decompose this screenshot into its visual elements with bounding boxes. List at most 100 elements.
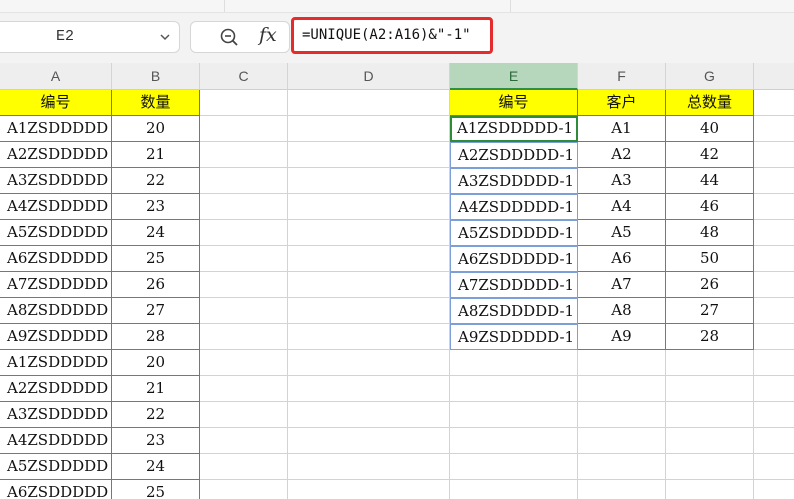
left-table-qty-cell[interactable]: 23: [112, 428, 200, 454]
grid-cell[interactable]: [200, 142, 288, 168]
column-header-d[interactable]: D: [288, 63, 450, 90]
fx-icon[interactable]: fx: [259, 24, 277, 46]
right-table-customer-cell[interactable]: A6: [578, 246, 666, 272]
chevron-down-icon[interactable]: [157, 29, 173, 45]
grid-cell[interactable]: [288, 376, 450, 402]
grid-cell[interactable]: [288, 324, 450, 350]
formula-input[interactable]: =UNIQUE(A2:A16)&"-1": [291, 17, 493, 54]
grid-cell[interactable]: [200, 298, 288, 324]
left-table-code-cell[interactable]: A3ZSDDDDD: [0, 168, 112, 194]
grid-cell[interactable]: [200, 116, 288, 142]
left-table-code-cell[interactable]: A4ZSDDDDD: [0, 194, 112, 220]
grid-cell[interactable]: [288, 402, 450, 428]
grid-cell[interactable]: [450, 402, 578, 428]
left-table-code-cell[interactable]: A4ZSDDDDD: [0, 428, 112, 454]
spill-result-cell[interactable]: A2ZSDDDDD-1: [450, 142, 578, 168]
grid-cell[interactable]: [754, 376, 794, 402]
left-table-qty-cell[interactable]: 26: [112, 272, 200, 298]
left-table-code-cell[interactable]: A5ZSDDDDD: [0, 454, 112, 480]
right-table-header[interactable]: 编号: [450, 90, 578, 116]
left-table-code-cell[interactable]: A6ZSDDDDD: [0, 246, 112, 272]
grid-cell[interactable]: [200, 90, 288, 116]
grid-cell[interactable]: [578, 480, 666, 499]
grid-cell[interactable]: [754, 350, 794, 376]
grid-cell[interactable]: [200, 246, 288, 272]
active-cell[interactable]: A1ZSDDDDD-1: [450, 116, 578, 142]
spreadsheet-grid[interactable]: A B C D E F G 编号 数量 A1ZSDDDDD 20 A2ZSDDDDD 21 A3ZSDDD…: [0, 63, 794, 499]
grid-cell[interactable]: [450, 454, 578, 480]
grid-cell[interactable]: [754, 298, 794, 324]
right-table-total-cell[interactable]: 44: [666, 168, 754, 194]
right-table-customer-cell[interactable]: A2: [578, 142, 666, 168]
right-table-total-cell[interactable]: 40: [666, 116, 754, 142]
left-table-code-cell[interactable]: A2ZSDDDDD: [0, 142, 112, 168]
spill-result-cell[interactable]: A6ZSDDDDD-1: [450, 246, 578, 272]
grid-cell[interactable]: [200, 324, 288, 350]
grid-cell[interactable]: [288, 220, 450, 246]
grid-cell[interactable]: [200, 194, 288, 220]
grid-cell[interactable]: [578, 350, 666, 376]
grid-cell[interactable]: [200, 402, 288, 428]
grid-cell[interactable]: [754, 480, 794, 499]
left-table-qty-cell[interactable]: 28: [112, 324, 200, 350]
right-table-customer-cell[interactable]: A1: [578, 116, 666, 142]
right-table-customer-cell[interactable]: A5: [578, 220, 666, 246]
grid-cell[interactable]: [288, 168, 450, 194]
grid-cell[interactable]: [754, 324, 794, 350]
right-table-customer-cell[interactable]: A9: [578, 324, 666, 350]
right-table-header[interactable]: 客户: [578, 90, 666, 116]
grid-cell[interactable]: [200, 350, 288, 376]
left-table-code-cell[interactable]: A3ZSDDDDD: [0, 402, 112, 428]
left-table-header[interactable]: 编号: [0, 90, 112, 116]
right-table-total-cell[interactable]: 46: [666, 194, 754, 220]
grid-cell[interactable]: [754, 168, 794, 194]
grid-cell[interactable]: [754, 194, 794, 220]
left-table-code-cell[interactable]: A2ZSDDDDD: [0, 376, 112, 402]
spill-result-cell[interactable]: A3ZSDDDDD-1: [450, 168, 578, 194]
grid-cell[interactable]: [200, 480, 288, 499]
grid-cell[interactable]: [754, 116, 794, 142]
left-table-qty-cell[interactable]: 25: [112, 246, 200, 272]
right-table-header[interactable]: 总数量: [666, 90, 754, 116]
grid-cell[interactable]: [288, 90, 450, 116]
column-header-overflow[interactable]: [754, 63, 794, 90]
grid-cell[interactable]: [754, 428, 794, 454]
right-table-total-cell[interactable]: 28: [666, 324, 754, 350]
left-table-qty-cell[interactable]: 21: [112, 142, 200, 168]
grid-cell[interactable]: [754, 454, 794, 480]
left-table-qty-cell[interactable]: 24: [112, 454, 200, 480]
grid-cell[interactable]: [666, 454, 754, 480]
grid-cell[interactable]: [200, 168, 288, 194]
left-table-header[interactable]: 数量: [112, 90, 200, 116]
right-table-total-cell[interactable]: 42: [666, 142, 754, 168]
spill-result-cell[interactable]: A7ZSDDDDD-1: [450, 272, 578, 298]
grid-cell[interactable]: [666, 428, 754, 454]
grid-cell[interactable]: [578, 454, 666, 480]
grid-cell[interactable]: [200, 454, 288, 480]
grid-cell[interactable]: [754, 142, 794, 168]
right-table-total-cell[interactable]: 27: [666, 298, 754, 324]
left-table-code-cell[interactable]: A1ZSDDDDD: [0, 350, 112, 376]
grid-cell[interactable]: [666, 402, 754, 428]
grid-cell[interactable]: [288, 480, 450, 499]
spill-result-cell[interactable]: A8ZSDDDDD-1: [450, 298, 578, 324]
zoom-icon[interactable]: [219, 27, 239, 47]
left-table-qty-cell[interactable]: 20: [112, 116, 200, 142]
grid-cell[interactable]: [200, 428, 288, 454]
grid-cell[interactable]: [288, 194, 450, 220]
left-table-qty-cell[interactable]: 22: [112, 168, 200, 194]
grid-cell[interactable]: [450, 350, 578, 376]
grid-cell[interactable]: [288, 142, 450, 168]
left-table-code-cell[interactable]: A6ZSDDDDD: [0, 480, 112, 499]
column-header-a[interactable]: A: [0, 63, 112, 90]
right-table-total-cell[interactable]: 50: [666, 246, 754, 272]
left-table-qty-cell[interactable]: 20: [112, 350, 200, 376]
spill-result-cell[interactable]: A9ZSDDDDD-1: [450, 324, 578, 350]
column-header-f[interactable]: F: [578, 63, 666, 90]
left-table-code-cell[interactable]: A7ZSDDDDD: [0, 272, 112, 298]
grid-cell[interactable]: [288, 246, 450, 272]
left-table-code-cell[interactable]: A5ZSDDDDD: [0, 220, 112, 246]
grid-cell[interactable]: [200, 376, 288, 402]
left-table-qty-cell[interactable]: 24: [112, 220, 200, 246]
grid-cell[interactable]: [754, 90, 794, 116]
